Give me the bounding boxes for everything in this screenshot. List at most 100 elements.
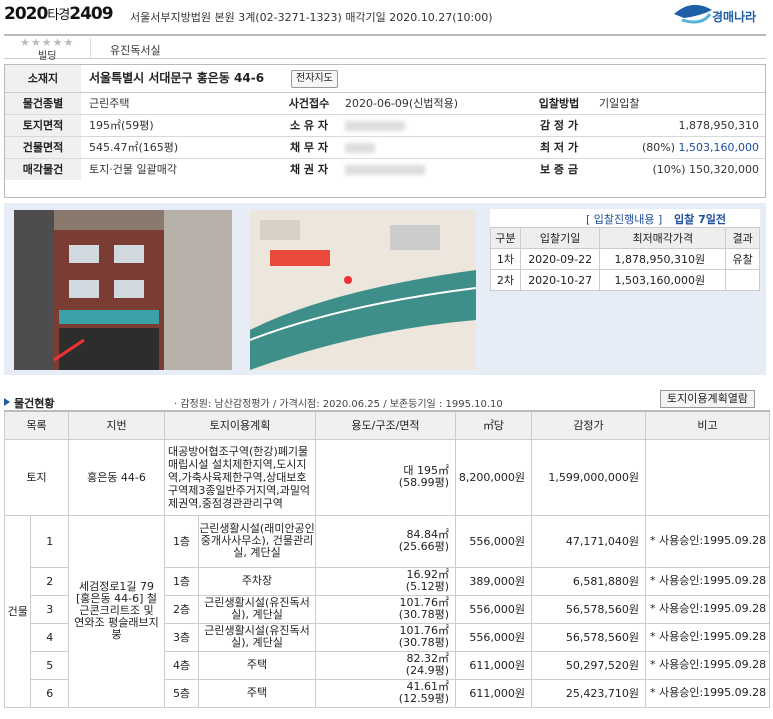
bid-price: 1,503,160,000원 — [599, 269, 727, 291]
summary-row: 건물면적 545.47㎡(165평) 채 무 자 최 저 가 (80%) 1,5… — [5, 137, 765, 159]
summary-label: 입찰방법 — [538, 97, 580, 110]
summary-value: 근린주택 — [89, 97, 130, 110]
row-price: 25,423,710원 — [531, 678, 646, 708]
address-label: 소재지 — [5, 65, 81, 92]
row-no: 2 — [30, 566, 69, 596]
bid-days-left: 입찰 7일전 — [674, 213, 726, 226]
bid-col-header: 구분 — [490, 227, 521, 249]
row-price: 47,171,040원 — [531, 514, 646, 568]
row-per-sqm: 611,000원 — [455, 650, 532, 680]
row-area: 101.76㎡ (30.78평) — [315, 594, 456, 624]
summary-value: 2020-06-09(신법적용) — [345, 97, 458, 110]
row-use-desc: 주택 — [198, 678, 316, 708]
redacted-value — [345, 143, 375, 153]
property-name: 유진독서실 — [110, 44, 161, 57]
summary-table: 소재지 서울특별시 서대문구 홍은동 44-6 전자지도 물건종별 근린주택 사… — [4, 64, 766, 198]
col-header: 목록 — [4, 410, 69, 440]
summary-label: 소 유 자 — [289, 119, 329, 132]
bid-progress-title: [ 입찰진행내용 ] — [586, 213, 663, 226]
status-title: 물건현황 — [4, 395, 54, 411]
land-plan-button[interactable]: 토지이용계획열람 — [660, 390, 755, 408]
row-per-sqm: 389,000원 — [455, 566, 532, 596]
row-land-plan: 대공방어협조구역(한강)폐기물매립시설 설치제한지역,도시지역,가축사육제한구역… — [164, 438, 316, 516]
summary-value: 1,878,950,310 — [678, 119, 759, 132]
summary-label: 감 정 가 — [539, 119, 579, 132]
summary-value: 기일입찰 — [599, 97, 640, 110]
row-per-sqm: 556,000원 — [455, 622, 532, 652]
col-header: 감정가 — [531, 410, 646, 440]
row-note: * 사용승인:1995.09.28 — [645, 594, 770, 624]
summary-label: 채 권 자 — [289, 163, 329, 176]
row-note: * 사용승인:1995.09.28 — [645, 514, 770, 568]
row-no: 5 — [30, 650, 69, 680]
row-use-desc: 근린생활시설(유진독서실), 계단실 — [198, 622, 316, 652]
bid-col-header: 입찰기일 — [519, 227, 601, 249]
bid-date: 2020-10-27 — [519, 269, 601, 291]
row-note: * 사용승인:1995.09.28 — [645, 678, 770, 708]
row-area: 41.61㎡ (12.59평) — [315, 678, 456, 708]
building-photo[interactable] — [14, 210, 232, 370]
summary-value: 토지·건물 일괄매각 — [89, 163, 177, 176]
row-price: 56,578,560원 — [531, 622, 646, 652]
row-price: 50,297,520원 — [531, 650, 646, 680]
summary-value: (10%) 150,320,000 — [652, 163, 759, 176]
row-note: * 사용승인:1995.09.28 — [645, 566, 770, 596]
bid-row: 2차 2020-10-27 1,503,160,000원 — [490, 269, 760, 291]
bid-result: 유찰 — [725, 248, 760, 270]
bid-row: 1차 2020-09-22 1,878,950,310원 유찰 — [490, 248, 760, 270]
map-button[interactable]: 전자지도 — [291, 70, 338, 88]
row-use-desc: 주택 — [198, 650, 316, 680]
min-price: (80%) 1,503,160,000 — [641, 141, 759, 154]
row-area: 16.92㎡ (5.12평) — [315, 566, 456, 596]
summary-label: 보 증 금 — [539, 163, 579, 176]
bid-round: 2차 — [490, 269, 521, 291]
row-no: 6 — [30, 678, 69, 708]
summary-row: 물건종별 근린주택 사건접수 2020-06-09(신법적용) 입찰방법 기일입… — [5, 93, 765, 115]
row-jibun: 홍은동 44-6 — [68, 438, 165, 516]
col-header: ㎡당 — [455, 410, 532, 440]
row-note: * 사용승인:1995.09.28 — [645, 622, 770, 652]
bid-date: 2020-09-22 — [519, 248, 601, 270]
address-value: 서울특별시 서대문구 홍은동 44-6 — [89, 71, 265, 85]
summary-row: 토지면적 195㎡(59평) 소 유 자 감 정 가 1,878,950,310 — [5, 115, 765, 137]
row-price: 1,599,000,000원 — [531, 438, 646, 516]
row-floor: 1층 — [164, 514, 199, 568]
bid-price: 1,878,950,310원 — [599, 248, 727, 270]
table-row: 토지 홍은동 44-6 대공방어협조구역(한강)폐기물매립시설 설치제한지역,도… — [4, 438, 770, 516]
page-header: 2020타경2409 서울서부지방법원 본원 3계(02-3271-1323) … — [0, 0, 773, 30]
bid-col-header: 결과 — [725, 227, 760, 249]
row-area: 101.76㎡ (30.78평) — [315, 622, 456, 652]
col-header: 지번 — [68, 410, 165, 440]
row-floor: 1층 — [164, 566, 199, 596]
summary-value: 545.47㎡(165평) — [89, 141, 179, 154]
row-no: 4 — [30, 622, 69, 652]
row-note — [645, 438, 770, 516]
row-floor: 2층 — [164, 594, 199, 624]
row-area: 84.84㎡ (25.66평) — [315, 514, 456, 568]
bid-result — [725, 269, 760, 291]
redacted-value — [345, 121, 405, 131]
row-price: 6,581,880원 — [531, 566, 646, 596]
row-floor: 4층 — [164, 650, 199, 680]
bid-col-header: 최저매각가격 — [599, 227, 727, 249]
redacted-value — [345, 165, 425, 175]
row-per-sqm: 8,200,000원 — [455, 438, 532, 516]
row-note: * 사용승인:1995.09.28 — [645, 650, 770, 680]
row-jibun: 세검정로1길 79 [홍은동 44-6] 철근콘크리트조 및 연와조 평슬래브지… — [68, 514, 165, 708]
property-table: 목록 지번 토지이용계획 용도/구조/면적 ㎡당 감정가 비고 토지 홍은동 4… — [3, 410, 770, 708]
row-category: 토지 — [4, 438, 69, 516]
summary-label: 매각물건 — [5, 159, 81, 180]
summary-label: 채 무 자 — [289, 141, 329, 154]
case-number: 2020타경2409 — [4, 4, 114, 24]
status-header: 물건현황 · 감정원: 남산감정평가 / 가격시점: 2020.06.25 / … — [4, 390, 766, 411]
row-use-desc: 근린생활시설(래미안공인중개사사무소), 건물관리실, 계단실 — [198, 514, 316, 568]
summary-label: 건물면적 — [5, 137, 81, 158]
row-use-desc: 근린생활시설(유진독서실), 계단실 — [198, 594, 316, 624]
location-map[interactable] — [250, 210, 476, 370]
summary-row: 매각물건 토지·건물 일괄매각 채 권 자 보 증 금 (10%) 150,32… — [5, 159, 765, 181]
bid-round: 1차 — [490, 248, 521, 270]
row-no: 3 — [30, 594, 69, 624]
photo-area: [ 입찰진행내용 ] 입찰 7일전 구분 입찰기일 최저매각가격 결과 1차 2… — [4, 203, 766, 375]
col-header: 토지이용계획 — [164, 410, 316, 440]
row-per-sqm: 556,000원 — [455, 514, 532, 568]
